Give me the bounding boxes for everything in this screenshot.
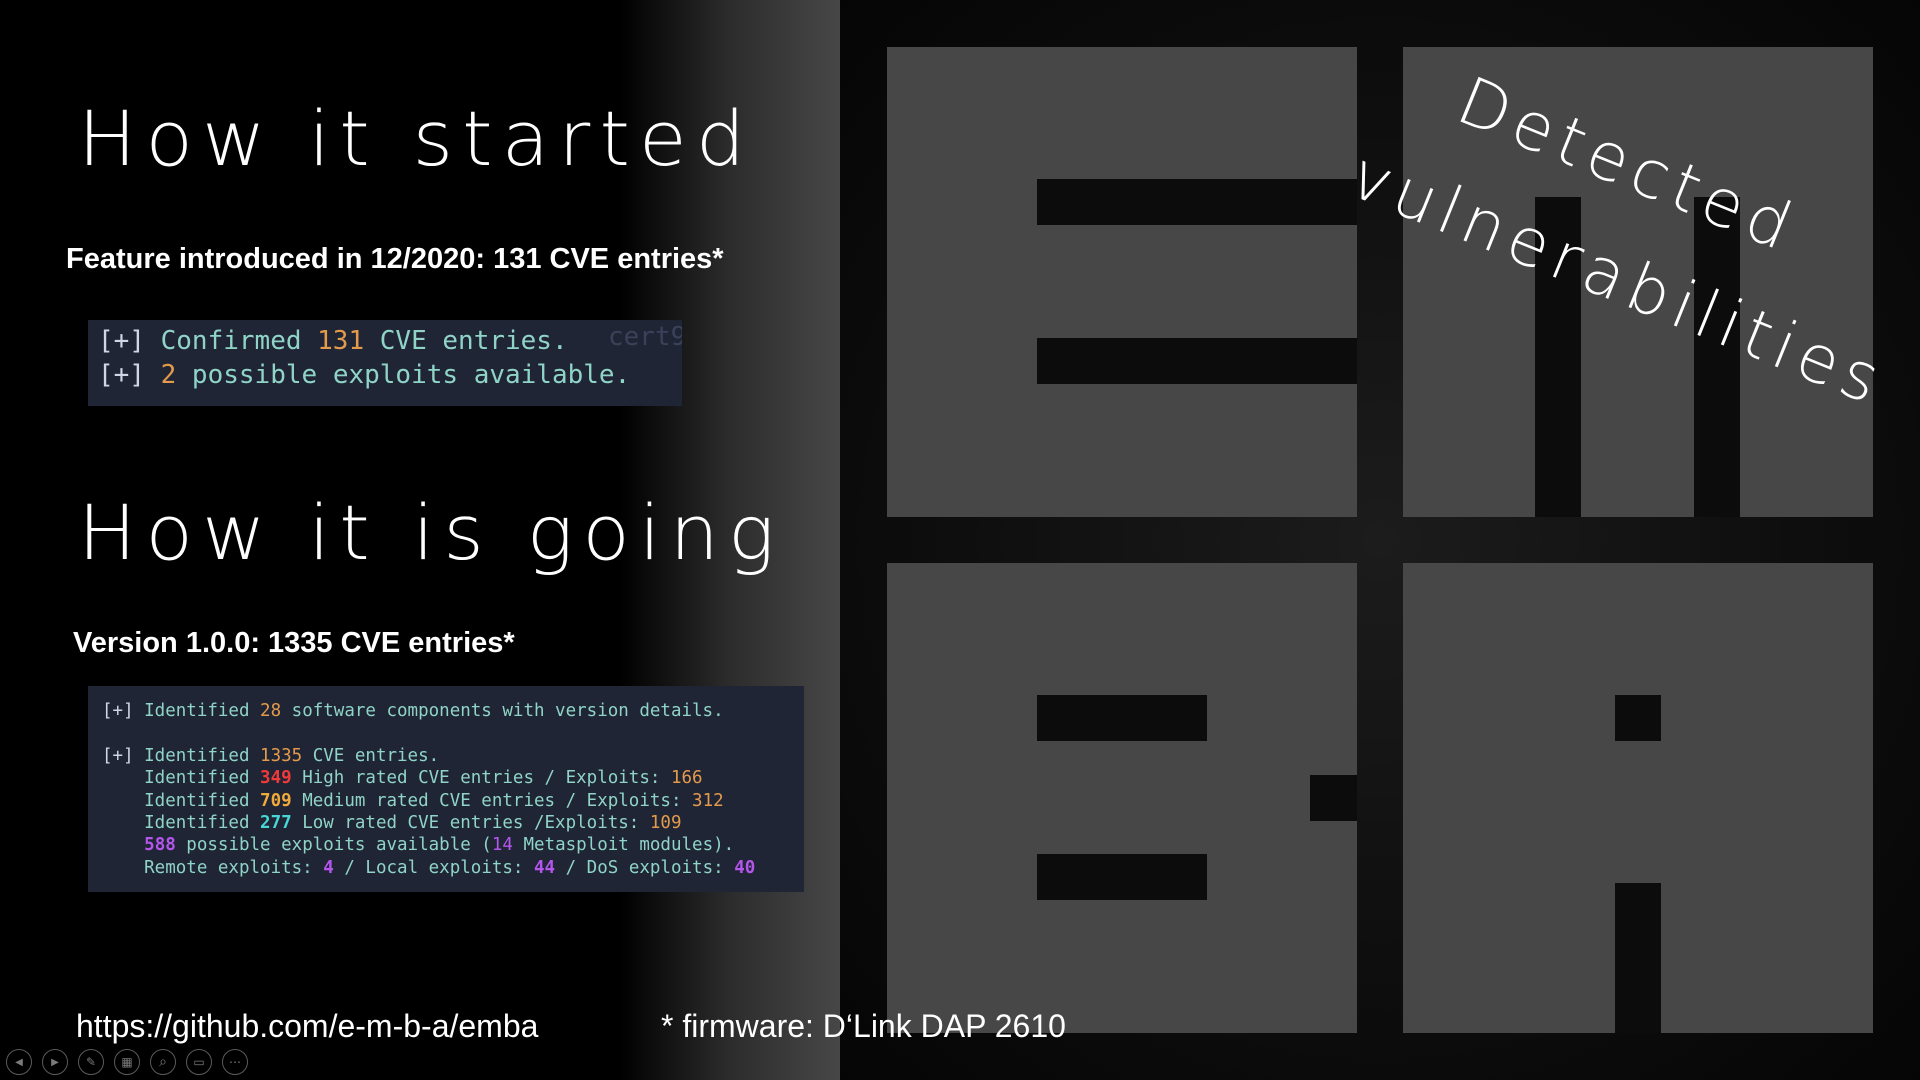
terminal2-bracket-2: [+] — [102, 745, 134, 766]
terminal1-exploit-count: 2 — [144, 360, 177, 390]
pen-icon: ✎ — [85, 1055, 97, 1069]
subheading-version: Version 1.0.0: 1335 CVE entries* — [73, 627, 515, 659]
previous-slide-button[interactable]: ◀ — [6, 1049, 32, 1075]
terminal2-components-count: 28 — [260, 701, 282, 721]
terminal2-dos-count: 40 — [734, 857, 756, 878]
zoom-button[interactable]: ⌕ — [150, 1049, 176, 1075]
terminal2-low-count: 277 — [260, 813, 292, 834]
terminal2-cve-total: 1335 — [260, 745, 303, 766]
heading-how-it-started: How it started — [78, 94, 755, 183]
terminal2-l7-pre: Remote exploits: — [102, 857, 324, 878]
terminal2-l3-pre: Identified — [102, 768, 261, 789]
terminal2-l5-mid: Low rated CVE entries /Exploits: — [291, 813, 650, 834]
logo-letter-e — [887, 47, 1357, 517]
terminal2-exploits-total: 588 — [144, 835, 176, 856]
next-arrow-icon: ▶ — [51, 1056, 59, 1068]
terminal1-bracket-2: [+] — [98, 360, 145, 390]
terminal2-l2-post: CVE entries. — [302, 745, 440, 766]
logo-b-notch — [1310, 775, 1357, 821]
more-options-button[interactable]: ⋯ — [222, 1049, 248, 1075]
heading-how-it-is-going: How it is going — [78, 488, 784, 577]
subheading-feature-introduced: Feature introduced in 12/2020: 131 CVE e… — [66, 243, 724, 275]
terminal1-text-1b: CVE entries. — [364, 326, 568, 356]
terminal1-text-1a: Confirmed — [144, 326, 318, 356]
presentation-slide: Detected vulnerabilities How it started … — [0, 0, 1920, 1080]
next-slide-button[interactable]: ▶ — [42, 1049, 68, 1075]
logo-letter-a — [1403, 563, 1873, 1033]
terminal2-l6-pre — [102, 835, 144, 855]
see-all-slides-button[interactable]: ▦ — [114, 1049, 140, 1075]
terminal2-medium-count: 709 — [260, 790, 292, 811]
terminal2-bracket-1: [+] — [102, 701, 134, 721]
terminal2-l7-mid1: / Local exploits: — [333, 857, 534, 878]
terminal2-l3-mid: High rated CVE entries / Exploits: — [291, 768, 671, 789]
terminal2-l4-mid: Medium rated CVE entries / Exploits: — [291, 790, 693, 811]
terminal1-bracket-1: [+] — [98, 326, 145, 356]
terminal2-metasploit-count: 14 — [491, 835, 513, 856]
magnifier-icon: ⌕ — [159, 1054, 167, 1070]
terminal2-l6-mid: possible exploits available ( — [175, 835, 492, 856]
terminal2-high-exploits: 166 — [670, 768, 703, 789]
logo-a-hole — [1615, 695, 1661, 741]
terminal2-l1-post: software components with version details… — [281, 701, 724, 721]
terminal2-medium-exploits: 312 — [692, 790, 724, 811]
logo-b-hole-bottom — [1037, 854, 1207, 900]
terminal2-remote-count: 4 — [323, 857, 334, 878]
terminal1-text-2: possible exploits available. — [176, 360, 631, 390]
terminal2-l7-mid2: / DoS exploits: — [555, 857, 735, 878]
terminal2-local-count: 44 — [534, 857, 556, 878]
terminal2-l5-pre: Identified — [102, 813, 261, 834]
subtitles-icon: ▭ — [193, 1055, 205, 1069]
slides-grid-icon: ▦ — [121, 1055, 133, 1069]
logo-a-gap — [1615, 883, 1661, 1033]
logo-b-hole-top — [1037, 695, 1207, 741]
logo-e-bar-top — [1037, 179, 1357, 225]
terminal2-l1-pre: Identified — [133, 701, 261, 721]
presenter-toolbar: ◀ ▶ ✎ ▦ ⌕ ▭ ⋯ — [6, 1048, 248, 1076]
terminal2-l2-pre: Identified — [133, 745, 261, 766]
subtitles-button[interactable]: ▭ — [186, 1049, 212, 1075]
logo-letter-b — [887, 563, 1357, 1033]
terminal1-cve-count: 131 — [317, 326, 365, 356]
terminal2-low-exploits: 109 — [649, 813, 682, 834]
terminal2-l4-pre: Identified — [102, 790, 261, 811]
logo-e-bar-bottom — [1037, 338, 1357, 384]
terminal-output-initial: [+] Confirmed 131 CVE entries. [+] 2 pos… — [88, 320, 682, 406]
pen-tool-button[interactable]: ✎ — [78, 1049, 104, 1075]
more-icon: ⋯ — [229, 1055, 241, 1069]
terminal-output-current: [+] Identified 28 software components wi… — [88, 686, 804, 892]
terminal2-l6-post: Metasploit modules). — [512, 835, 735, 856]
terminal1-ghost-text: cert9. — [608, 322, 682, 352]
previous-arrow-icon: ◀ — [15, 1056, 23, 1068]
terminal2-high-count: 349 — [260, 768, 292, 789]
emba-logo-panel: Detected vulnerabilities — [840, 0, 1920, 1080]
footer-github-url: https://github.com/e-m-b-a/emba — [76, 1008, 539, 1044]
footer-firmware-note: * firmware: D‘Link DAP 2610 — [661, 1008, 1066, 1044]
